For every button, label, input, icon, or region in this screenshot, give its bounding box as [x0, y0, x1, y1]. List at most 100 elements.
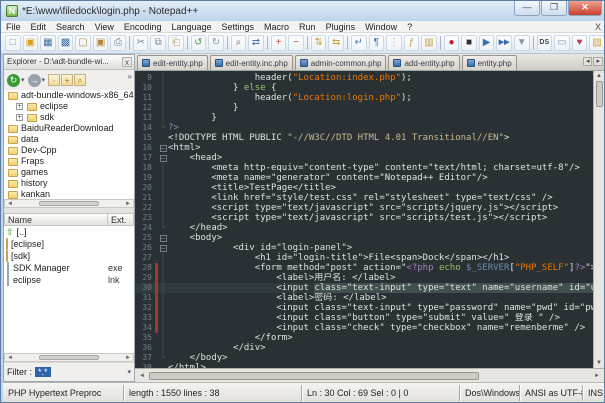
tree-item[interactable]: Dev-Cpp [4, 145, 134, 156]
close-button[interactable]: ✕ [568, 1, 602, 16]
explorer-close-icon[interactable]: x [122, 57, 132, 67]
zoom-in-icon[interactable]: + [271, 35, 287, 51]
explorer-header[interactable]: Explorer - D:\adt-bundle-wi... x [4, 55, 134, 70]
scroll-right-icon[interactable]: ► [123, 355, 133, 361]
tree-item[interactable]: +eclipse [4, 101, 134, 112]
list-item[interactable]: SDK Managerexe [4, 262, 134, 274]
code-line[interactable]: 34│ <input class="check" type="checkbox"… [135, 323, 604, 333]
fold-box-icon[interactable]: – [160, 155, 167, 162]
code-line[interactable]: 24└ </head> [135, 223, 604, 233]
expand-icon[interactable]: + [16, 114, 23, 121]
code-line[interactable]: 13│ } [135, 113, 604, 123]
open-file-icon[interactable]: ▣ [23, 35, 39, 51]
tab-add-entity.php[interactable]: add-entity.php [388, 55, 459, 70]
goto-current-button[interactable]: → [28, 74, 41, 87]
macro-stop-icon[interactable]: ■ [461, 35, 477, 51]
tree-horizontal-scrollbar[interactable]: ◄ ► [4, 199, 134, 208]
sync-vertical-icon[interactable]: ⇅ [311, 35, 327, 51]
fold-collapse-icon[interactable]: – [158, 143, 168, 153]
scroll-left-icon[interactable]: ◄ [5, 355, 15, 361]
code-line[interactable]: 31│ <label>密码: </label> [135, 293, 604, 303]
filter-dropdown-icon[interactable]: ▾ [127, 368, 131, 376]
scrollbar-thumb[interactable] [596, 81, 603, 107]
tab-admin-common.php[interactable]: admin-common.php [295, 55, 387, 70]
fold-box-icon[interactable]: – [160, 145, 167, 152]
code-line[interactable]: 36│ </div> [135, 343, 604, 353]
menu-view[interactable]: View [90, 21, 119, 33]
code-line[interactable]: 20│ <title>TestPage</title> [135, 183, 604, 193]
sync-horizontal-icon[interactable]: ⇆ [328, 35, 344, 51]
scrollbar-thumb[interactable] [39, 355, 99, 360]
list-item[interactable]: ⇧[..] [4, 226, 134, 238]
code-line[interactable]: 30│ <input class="text-input" type="text… [135, 283, 604, 293]
mime-heart-icon[interactable]: ♥ [572, 35, 588, 51]
refresh-button[interactable]: ↻ [7, 74, 20, 87]
code-line[interactable]: 33│ <input class="button" type="submit" … [135, 313, 604, 323]
redo-icon[interactable]: ↻ [208, 35, 224, 51]
code-line[interactable]: 23│ <script type="text/javascript" src="… [135, 213, 604, 223]
code-line[interactable]: 29│ <label>用户名: </label> [135, 273, 604, 283]
code-line[interactable]: 35│ </form> [135, 333, 604, 343]
show-all-chars-icon[interactable]: ¶ [369, 35, 385, 51]
doc-map-icon[interactable]: ▥ [421, 35, 437, 51]
expand-icon[interactable]: + [16, 103, 23, 110]
refresh-dropdown[interactable]: ▾ [21, 76, 25, 84]
find-in-files-small-icon[interactable]: ⌕ [74, 74, 86, 86]
function-list-icon[interactable]: ƒ [404, 35, 420, 51]
code-line[interactable]: 12│ } [135, 103, 604, 113]
undo-icon[interactable]: ↺ [191, 35, 207, 51]
tab-entity.php[interactable]: entity.php [462, 55, 517, 70]
save-icon[interactable]: ▦ [40, 35, 56, 51]
scroll-down-icon[interactable]: ▼ [596, 358, 602, 368]
tree-item[interactable]: history [4, 178, 134, 189]
tree-item[interactable]: BaiduReaderDownload [4, 123, 134, 134]
menu-help[interactable]: ? [402, 21, 417, 33]
code-line[interactable]: 19│ <meta name="generator" content="Note… [135, 173, 604, 183]
doc-switcher-icon[interactable]: DS [537, 35, 553, 51]
copy-icon[interactable]: ⧉ [150, 35, 166, 51]
scrollbar-thumb[interactable] [39, 201, 99, 206]
list-item[interactable]: eclipselnk [4, 274, 134, 286]
code-line[interactable]: 18│ <meta http-equiv="content-type" cont… [135, 163, 604, 173]
menu-file[interactable]: File [1, 21, 26, 33]
cut-icon[interactable]: ✂ [133, 35, 149, 51]
menu-macro[interactable]: Macro [259, 21, 294, 33]
code-line[interactable]: 37└ </body> [135, 353, 604, 363]
new-folder-small-icon[interactable]: + [61, 74, 73, 86]
menu-settings[interactable]: Settings [217, 21, 260, 33]
code-line[interactable]: 10│ } else { [135, 83, 604, 93]
tree-item[interactable]: +sdk [4, 112, 134, 123]
code-line[interactable]: 14└?> [135, 123, 604, 133]
code-line[interactable]: 21│ <link href="style/test.css" rel="sty… [135, 193, 604, 203]
goto-dropdown[interactable]: ▾ [42, 76, 46, 84]
scroll-left-icon[interactable]: ◄ [5, 201, 15, 207]
fold-collapse-icon[interactable]: – [158, 153, 168, 163]
macro-run-multiple-icon[interactable]: ▶▶ [496, 35, 512, 51]
tree-item[interactable]: data [4, 134, 134, 145]
tab-scroll-left-icon[interactable]: ◂ [583, 57, 593, 66]
list-item[interactable]: [eclipse] [4, 238, 134, 250]
save-all-icon[interactable]: ▩ [58, 35, 74, 51]
tree-item[interactable]: games [4, 167, 134, 178]
macro-play-icon[interactable]: ▶ [479, 35, 495, 51]
menu-run[interactable]: Run [294, 21, 321, 33]
menubar-close-icon[interactable]: X [595, 21, 601, 33]
print-icon[interactable]: ⎙ [110, 35, 126, 51]
tree-item[interactable]: kankan [4, 189, 134, 199]
column-header-ext[interactable]: Ext. [108, 213, 134, 226]
tab-edit-entity.php[interactable]: edit-entity.php [137, 55, 208, 70]
maximize-button[interactable]: ❐ [541, 1, 567, 16]
monitor-icon[interactable]: ▭ [554, 35, 570, 51]
close-all-icon[interactable]: ▣ [93, 35, 109, 51]
scroll-right-icon[interactable]: ► [592, 373, 602, 379]
tab-edit-entity.inc.php[interactable]: edit-entity.inc.php [210, 55, 293, 70]
column-header-name[interactable]: Name [4, 213, 108, 226]
code-editor[interactable]: 9│ header("Location:index.php");10│ } el… [135, 71, 604, 368]
code-line[interactable]: 28│ <form method="post" action="<?php ec… [135, 263, 604, 273]
list-item[interactable]: [sdk] [4, 250, 134, 262]
scroll-right-icon[interactable]: ► [123, 201, 133, 207]
editor-horizontal-scrollbar[interactable]: ◄ ► [135, 368, 604, 382]
code-line[interactable]: 27│ <h1 id="login-title">File<span>Dock<… [135, 253, 604, 263]
tree-item[interactable]: Fraps [4, 156, 134, 167]
menu-language[interactable]: Language [166, 21, 216, 33]
